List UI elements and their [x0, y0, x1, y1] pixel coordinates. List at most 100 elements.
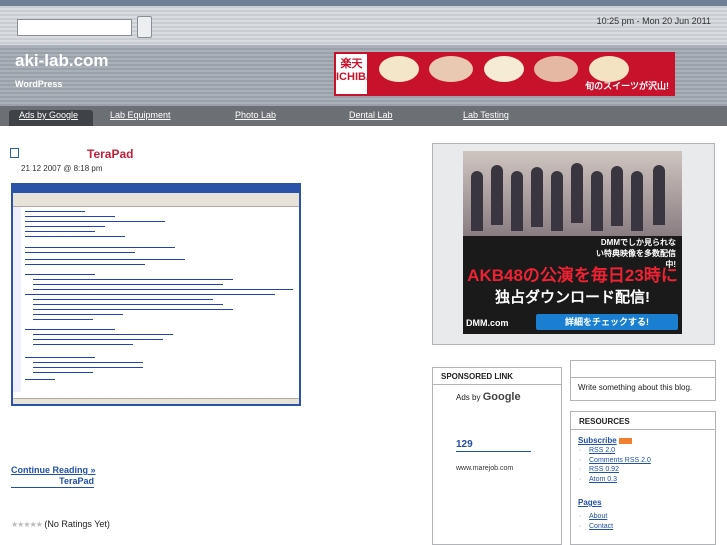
continue-post-title[interactable]: TeraPad: [11, 476, 94, 488]
code-line: [33, 309, 233, 310]
resources-heading: RESOURCES: [571, 412, 715, 430]
ad-figure: [511, 171, 523, 231]
code-line: [25, 357, 95, 358]
code-line: [25, 259, 185, 260]
search-input[interactable]: [17, 19, 132, 36]
code-line: [33, 299, 213, 300]
code-line: [25, 226, 105, 227]
ads-by-label: Ads by: [456, 393, 481, 402]
code-line: [25, 294, 275, 295]
post-rating: ★★★★★ (No Ratings Yet): [11, 519, 110, 529]
resources-box: RESOURCES Subscribe RSS 2.0 Comments RSS…: [570, 411, 716, 545]
current-datetime: 10:25 pm - Mon 20 Jun 2011: [596, 16, 711, 26]
feed-comments-rss2-link[interactable]: Comments RSS 2.0: [579, 457, 651, 467]
code-line: [33, 339, 163, 340]
ad-figure: [591, 171, 603, 231]
code-line: [25, 264, 145, 265]
top-bar: 10:25 pm - Mon 20 Jun 2011: [0, 0, 727, 46]
code-line: [25, 236, 125, 237]
code-line: [33, 284, 223, 285]
image-code-area: [13, 207, 299, 392]
code-line: [25, 379, 55, 380]
code-line: [33, 362, 143, 363]
top-stripe: [0, 0, 727, 6]
post-screenshot-image[interactable]: [11, 183, 301, 406]
ad-figure: [611, 166, 623, 226]
rss-icon: [618, 437, 632, 444]
cake-image: [484, 56, 524, 82]
main-nav: Ads by Google Lab Equipment Photo Lab De…: [0, 106, 727, 128]
code-line: [33, 334, 173, 335]
cake-image: [429, 56, 473, 82]
feed-atom03-link[interactable]: Atom 0.3: [579, 476, 651, 486]
code-line: [33, 319, 93, 320]
rakuten-logo: 楽天 ICHIBA: [334, 52, 374, 96]
code-line: [25, 329, 115, 330]
ads-by-google[interactable]: Ads by Google: [456, 391, 521, 403]
site-header: aki-lab.com WordPress 楽天 ICHIBA 旬のスイーツが沢…: [0, 46, 727, 106]
code-line: [33, 289, 293, 290]
akb48-dmm-ad[interactable]: DMMでしか見られない特典映像を多数配信中! AKB48の公演を毎日23時に 独…: [463, 151, 682, 334]
banner-promo-text: 旬のスイーツが沢山!: [585, 81, 669, 91]
feed-rss092-link[interactable]: RSS 0.92: [579, 466, 651, 476]
ad-figure: [491, 165, 503, 225]
about-text: Write something about this blog.: [578, 383, 693, 392]
ad-headline: AKB48の公演を毎日23時に: [467, 266, 678, 285]
about-header-bar: [571, 361, 715, 378]
continue-reading-link[interactable]: Continue Reading »: [11, 465, 96, 475]
code-line: [25, 216, 115, 217]
page-contact-link[interactable]: Contact: [579, 523, 613, 533]
google-logo: Google: [482, 391, 521, 403]
subscribe-label: Subscribe: [578, 436, 617, 445]
post-edit-icon[interactable]: [10, 148, 19, 158]
cake-image: [379, 56, 419, 82]
site-subtitle: WordPress: [15, 79, 63, 89]
image-titlebar: [13, 185, 299, 193]
code-line: [25, 247, 175, 248]
ad-group-photo: [463, 151, 682, 236]
ad-figure: [531, 167, 543, 227]
ad-figure: [551, 171, 563, 231]
dmm-logo: DMM.com: [466, 318, 509, 328]
rakuten-banner-ad[interactable]: 楽天 ICHIBA 旬のスイーツが沢山!: [334, 52, 675, 96]
post-date: 21 12 2007 @ 8:18 pm: [21, 164, 103, 173]
code-line: [25, 211, 85, 212]
cake-image: [534, 56, 578, 82]
ad-subline: 独占ダウンロード配信!: [495, 289, 650, 306]
about-box: Write something about this blog.: [570, 360, 716, 401]
ad-figure: [653, 165, 665, 225]
pages-list: About Contact: [579, 513, 613, 532]
code-line: [33, 344, 133, 345]
code-line: [25, 221, 165, 222]
post-title[interactable]: TeraPad: [87, 147, 133, 161]
sponsored-link[interactable]: 129: [456, 439, 531, 452]
code-line: [25, 231, 95, 232]
sponsored-link-box: SPONSORED LINK Ads by Google 129 www.mar…: [432, 367, 562, 545]
feed-rss2-link[interactable]: RSS 2.0: [579, 447, 651, 457]
feed-list: RSS 2.0 Comments RSS 2.0 RSS 0.92 Atom 0…: [579, 447, 651, 485]
code-line: [25, 274, 95, 275]
subscribe-heading: Subscribe: [578, 436, 632, 445]
ad-figure: [571, 163, 583, 223]
rating-text: (No Ratings Yet): [44, 519, 110, 529]
sponsored-heading: SPONSORED LINK: [433, 368, 561, 385]
rating-stars-icon[interactable]: ★★★★★: [11, 520, 43, 529]
site-title[interactable]: aki-lab.com: [15, 51, 109, 71]
sponsored-url: www.marejob.com: [456, 465, 514, 472]
ad-figure: [631, 171, 643, 231]
dmm-ad-frame: DMMでしか見られない特典映像を多数配信中! AKB48の公演を毎日23時に 独…: [432, 143, 715, 345]
ad-details-button[interactable]: 詳細をチェックする!: [536, 314, 678, 330]
code-line: [33, 367, 143, 368]
image-statusbar: [13, 398, 299, 404]
code-line: [33, 304, 223, 305]
image-gutter: [13, 207, 21, 392]
image-toolbar: [13, 199, 299, 207]
ad-figure: [471, 171, 483, 231]
code-line: [33, 314, 123, 315]
pages-heading: Pages: [578, 498, 602, 507]
code-line: [25, 252, 135, 253]
search-button[interactable]: [137, 16, 152, 38]
main-content: TeraPad 21 12 2007 @ 8:18 pm Continue Re…: [0, 128, 420, 545]
code-line: [33, 279, 233, 280]
page-about-link[interactable]: About: [579, 513, 613, 523]
